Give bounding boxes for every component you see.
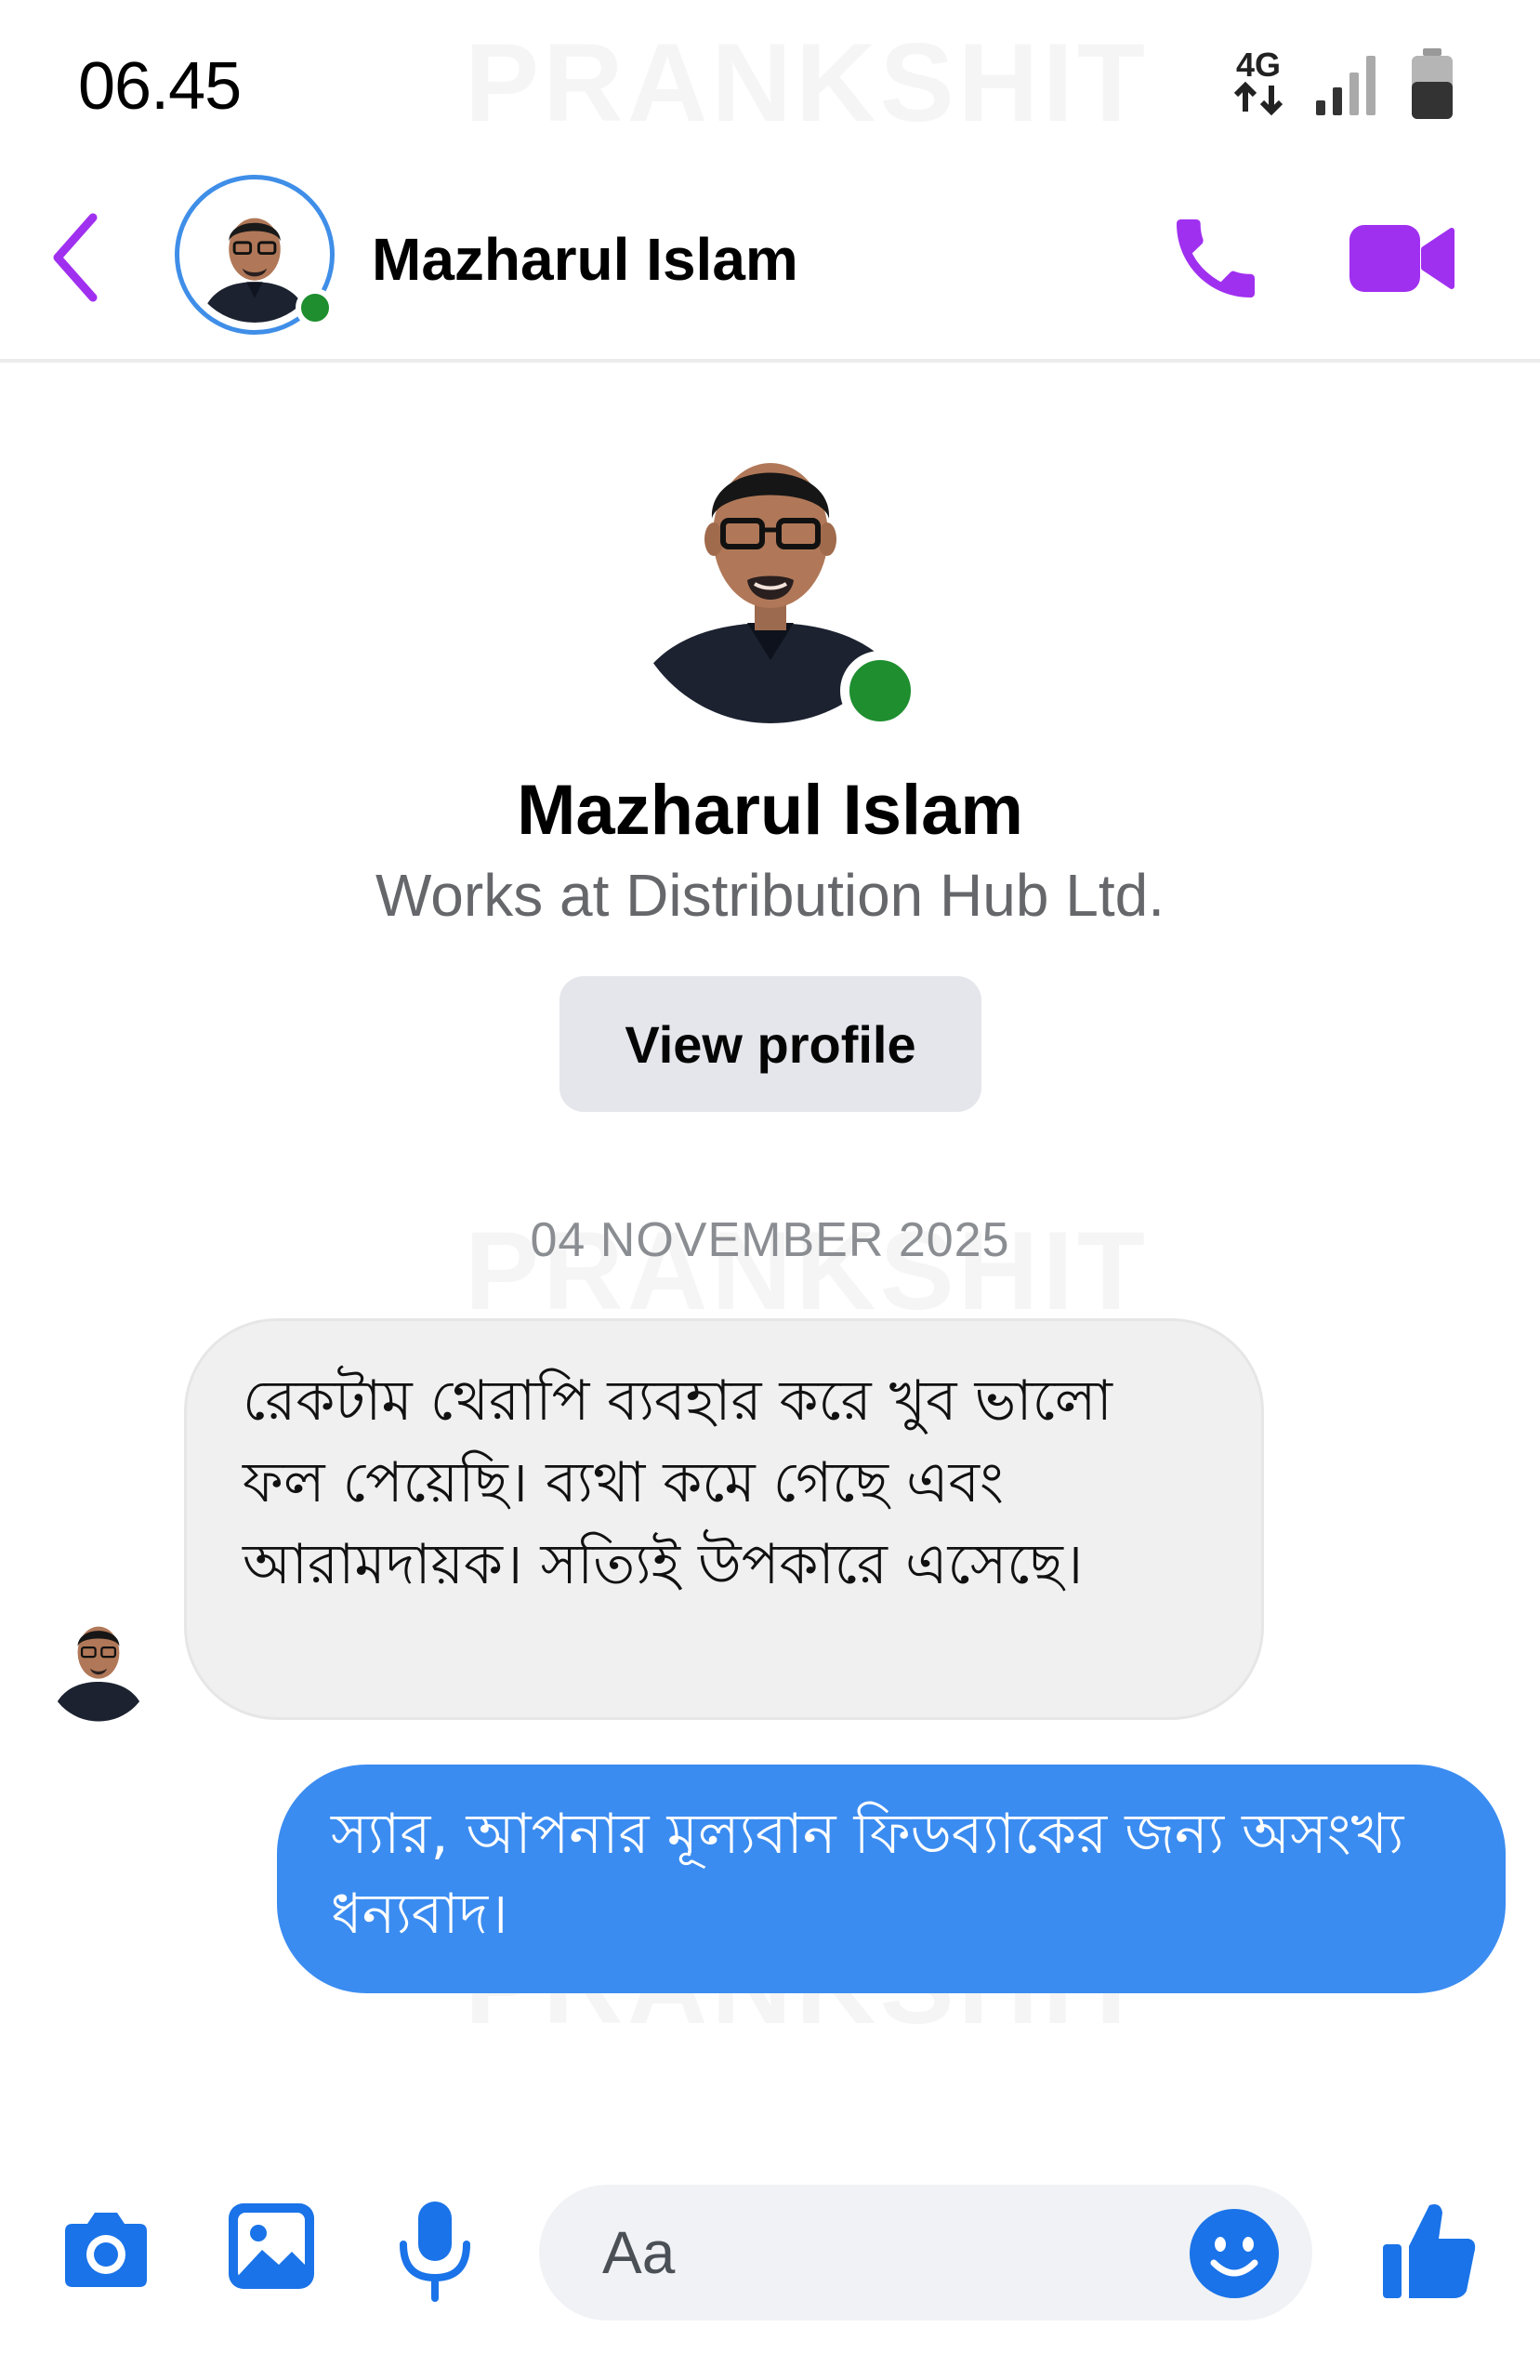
status-time: 06.45 [78,49,242,124]
smiley-icon [1190,2209,1279,2298]
microphone-button[interactable] [390,2198,480,2302]
microphone-icon [400,2202,470,2302]
audio-call-button[interactable] [1164,206,1268,311]
view-profile-button[interactable]: View profile [559,976,981,1112]
header-contact-name[interactable]: Mazharul Islam [372,225,798,294]
battery-icon [1409,48,1455,121]
message-sender-avatar[interactable] [46,1606,151,1722]
phone-icon [1177,219,1255,298]
online-indicator [840,651,920,731]
image-icon [229,2203,314,2289]
chat-header: Mazharul Islam [0,158,1540,363]
back-button[interactable] [45,206,110,309]
like-button[interactable] [1381,2198,1478,2302]
network-4g-icon: 4G [1229,45,1288,119]
status-bar: 06.45 4G [0,0,1540,158]
gallery-button[interactable] [227,2202,316,2291]
network-label: 4G [1236,46,1281,84]
video-call-button[interactable] [1348,214,1455,303]
message-input[interactable] [602,2185,1123,2320]
emoji-button[interactable] [1188,2207,1281,2300]
camera-icon [65,2213,147,2287]
video-camera-icon [1349,225,1454,292]
outgoing-message-bubble[interactable]: স্যার, আপনার মূল্যবান ফিডব্যাকের জন্য অস… [277,1765,1506,1993]
message-input-box[interactable] [539,2185,1312,2320]
chevron-left-icon [53,213,98,302]
incoming-message-bubble[interactable]: রেকটাম থেরাপি ব্যবহার করে খুব ভালো ফল পে… [184,1318,1264,1720]
message-text: স্যার, আপনার মূল্যবান ফিডব্যাকের জন্য অস… [331,1802,1404,1947]
message-text: রেকটাম থেরাপি ব্যবহার করে খুব ভালো ফল পে… [243,1368,1112,1597]
signal-icon [1314,52,1379,117]
profile-name: Mazharul Islam [517,771,1023,850]
profile-subtitle: Works at Distribution Hub Ltd. [375,862,1165,929]
date-divider: 04 NOVEMBER 2025 [530,1213,1010,1267]
online-indicator [296,288,335,327]
camera-button[interactable] [59,2203,152,2296]
message-composer [0,2157,1540,2343]
thumbs-up-icon [1383,2204,1476,2298]
